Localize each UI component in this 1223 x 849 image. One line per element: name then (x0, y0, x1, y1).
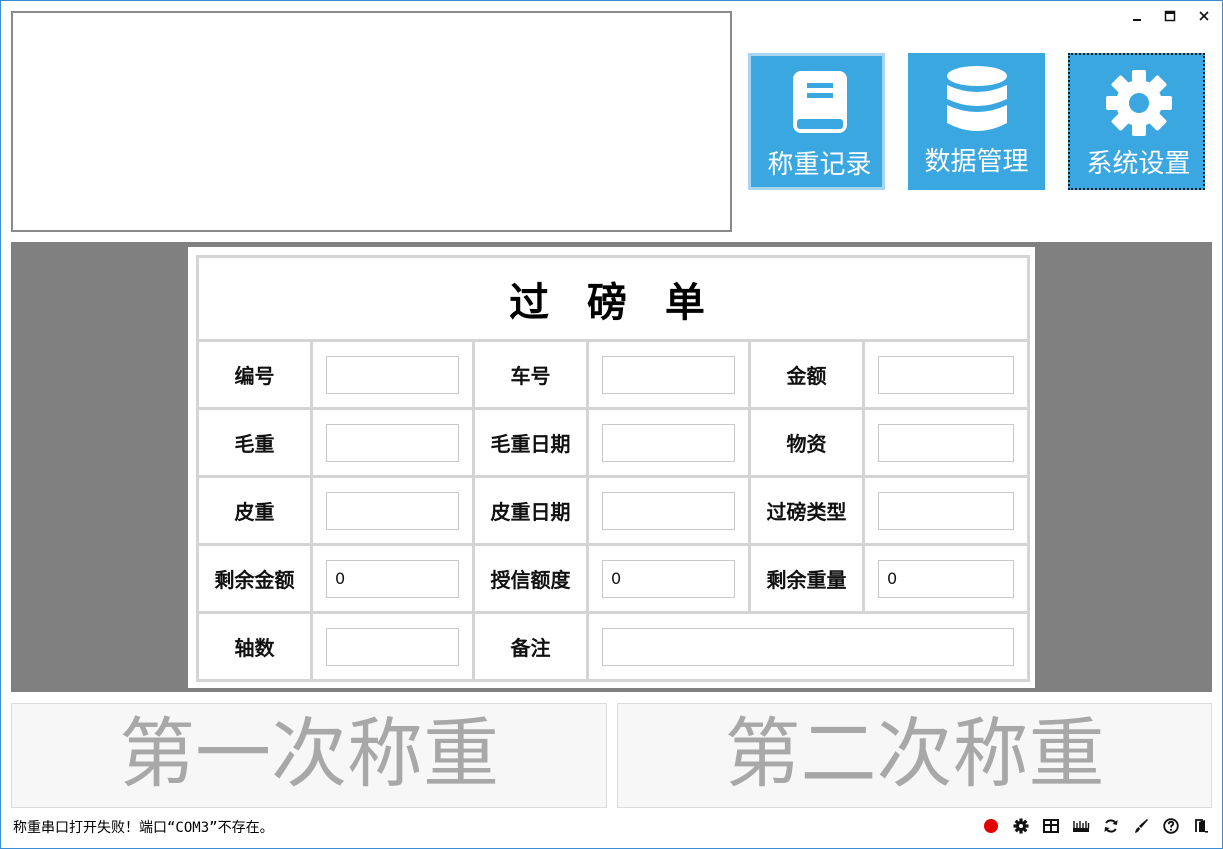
amount-input[interactable] (878, 355, 1015, 394)
field-label-gross: 毛重 (196, 407, 313, 478)
close-button[interactable] (1193, 6, 1215, 26)
table-icon[interactable] (1038, 815, 1064, 837)
second-weigh-button[interactable]: 第二次称重 (617, 703, 1212, 808)
weight-display-panel (11, 11, 732, 232)
first-weigh-button[interactable]: 第一次称重 (11, 703, 607, 808)
field-label-credit-limit: 授信额度 (472, 543, 589, 614)
form-row: 毛重 毛重日期 物资 (196, 407, 1031, 478)
vehicle-number-input[interactable] (602, 355, 735, 394)
field-label-gross-date: 毛重日期 (472, 407, 589, 478)
field-label-axles: 轴数 (196, 611, 313, 682)
gross-date-input[interactable] (602, 423, 735, 462)
weighing-records-label: 称重记录 (767, 150, 872, 180)
material-input[interactable] (878, 423, 1015, 462)
status-message: 称重串口打开失败！端口“COM3”不存在。 (13, 820, 274, 836)
refresh-icon[interactable] (1098, 815, 1124, 837)
remark-input[interactable] (602, 627, 1015, 666)
field-label-material: 物资 (748, 407, 865, 478)
field-label-amount: 金额 (748, 339, 865, 410)
minimize-icon (1133, 19, 1141, 21)
field-label-remaining-amount: 剩余金额 (196, 543, 313, 614)
status-toolbar (978, 815, 1214, 837)
help-icon[interactable] (1158, 815, 1184, 837)
ruler-icon[interactable] (1068, 815, 1094, 837)
field-label-remark: 备注 (472, 611, 589, 682)
form-row: 编号 车号 金额 (196, 339, 1031, 410)
tare-date-input[interactable] (602, 491, 735, 530)
brush-icon[interactable] (1128, 815, 1154, 837)
maximize-button[interactable] (1159, 6, 1181, 26)
gross-weight-input[interactable] (326, 423, 459, 462)
system-settings-button[interactable]: 系统设置 (1068, 53, 1205, 190)
connection-status-icon (978, 815, 1004, 837)
form-title: 过 磅 单 (195, 255, 1031, 342)
weighing-slip-table: 过 磅 单 编号 车号 金额 毛重 毛重日期 物资 皮重 皮重日期 过磅类型 剩… (195, 255, 1031, 682)
number-input[interactable] (326, 355, 459, 394)
field-label-number: 编号 (196, 339, 313, 410)
field-label-vehicle: 车号 (472, 339, 589, 410)
weighing-slip: 过 磅 单 编号 车号 金额 毛重 毛重日期 物资 皮重 皮重日期 过磅类型 剩… (188, 247, 1035, 688)
form-row: 剩余金额 授信额度 剩余重量 (196, 543, 1031, 614)
book-icon (751, 66, 888, 142)
minimize-button[interactable] (1126, 6, 1148, 26)
axle-count-input[interactable] (326, 627, 459, 666)
tare-weight-input[interactable] (326, 491, 459, 530)
exit-icon[interactable] (1188, 815, 1214, 837)
system-settings-label: 系统设置 (1086, 149, 1191, 179)
close-icon (1199, 11, 1209, 21)
weighing-records-button[interactable]: 称重记录 (748, 53, 885, 190)
field-label-tare: 皮重 (196, 475, 313, 546)
field-label-tare-date: 皮重日期 (472, 475, 589, 546)
weigh-type-input[interactable] (878, 491, 1015, 530)
database-icon (908, 63, 1045, 139)
remaining-amount-input[interactable] (326, 559, 459, 598)
form-row: 皮重 皮重日期 过磅类型 (196, 475, 1031, 546)
credit-limit-input[interactable] (602, 559, 735, 598)
gear-icon[interactable] (1008, 815, 1034, 837)
maximize-icon (1164, 10, 1176, 22)
data-management-label: 数据管理 (924, 147, 1029, 177)
field-label-weigh-type: 过磅类型 (748, 475, 865, 546)
form-row: 轴数 备注 (196, 611, 1031, 682)
field-label-remaining-weight: 剩余重量 (748, 543, 865, 614)
remaining-weight-input[interactable] (878, 559, 1015, 598)
data-management-button[interactable]: 数据管理 (908, 53, 1045, 190)
gear-icon (1070, 65, 1207, 141)
